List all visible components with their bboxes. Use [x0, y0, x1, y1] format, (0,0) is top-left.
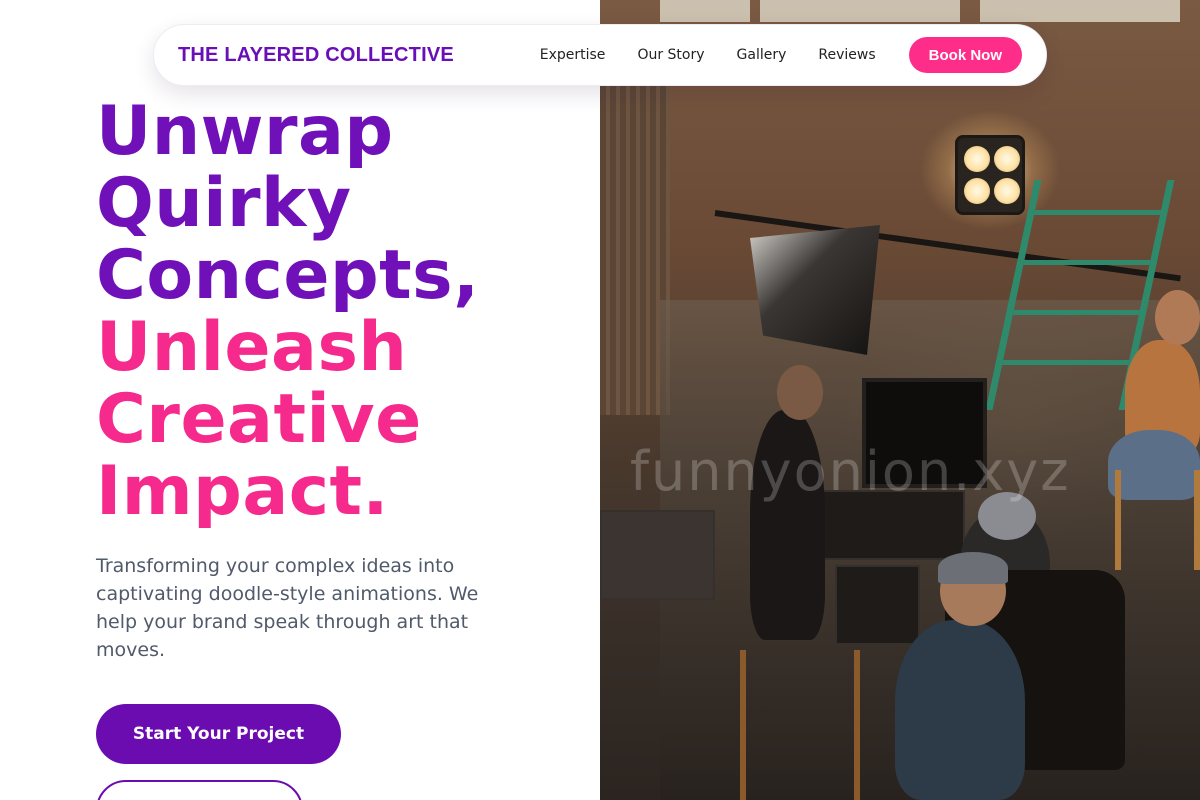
photo-person-cap — [938, 552, 1008, 584]
photo-person-head — [777, 365, 823, 420]
photo-equipment-case — [835, 565, 920, 645]
brand-logo[interactable]: THE LAYERED COLLECTIVE — [178, 44, 454, 67]
photo-softbox — [750, 225, 880, 355]
nav-link-our-story[interactable]: Our Story — [637, 47, 704, 63]
photo-window — [660, 0, 750, 22]
nav-link-gallery[interactable]: Gallery — [737, 47, 787, 63]
photo-table — [600, 510, 715, 600]
hero-subtext: Transforming your complex ideas into cap… — [96, 555, 479, 661]
photo-window — [760, 0, 960, 22]
photo-camera-operator — [895, 620, 1025, 800]
photo-studio-light — [955, 135, 1025, 215]
secondary-cta-button[interactable] — [96, 780, 303, 800]
photo-window — [980, 0, 1180, 22]
headline-line: Impact. — [96, 452, 389, 531]
headline-line: Unleash — [96, 308, 408, 387]
headline-line: Creative — [96, 380, 422, 459]
watermark-text: funnyonion.xyz — [630, 440, 1071, 503]
start-project-button[interactable]: Start Your Project — [96, 704, 341, 764]
headline-line: Concepts, — [96, 236, 480, 315]
top-navbar: THE LAYERED COLLECTIVE Expertise Our Sto… — [153, 24, 1047, 86]
nav-link-reviews[interactable]: Reviews — [818, 47, 875, 63]
hero-photo — [600, 0, 1200, 800]
headline-line: Quirky — [96, 164, 352, 243]
photo-person-head — [1155, 290, 1200, 345]
headline-line: Unwrap — [96, 92, 394, 171]
nav-link-expertise[interactable]: Expertise — [540, 47, 606, 63]
hero-headline: Unwrap Quirky Concepts, Unleash Creative… — [96, 96, 596, 528]
photo-directors-chair — [740, 650, 860, 800]
book-now-button[interactable]: Book Now — [908, 37, 1022, 73]
nav-links: Expertise Our Story Gallery Reviews Book… — [540, 37, 1022, 73]
